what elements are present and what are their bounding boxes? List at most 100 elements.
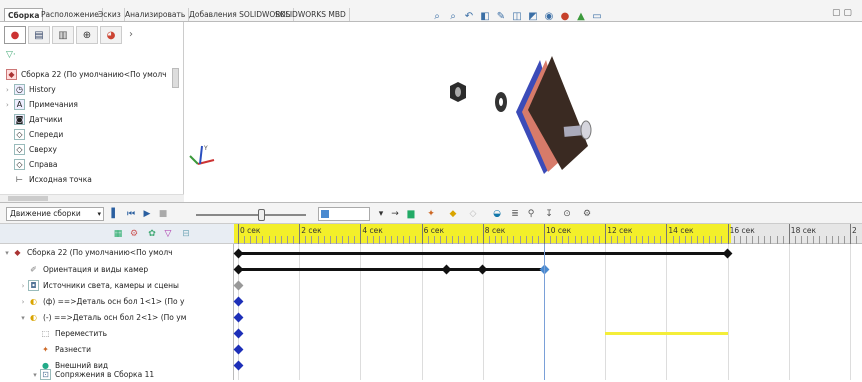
motion-row-part-1[interactable]: › ◐ (ф) ==>Деталь осн бол 1<1> (По у [18,294,185,309]
dimxpert-tab-icon[interactable]: ⊕ [76,26,98,44]
change-bar[interactable] [605,331,728,335]
keyframe[interactable] [233,328,243,338]
chevron-down-icon[interactable]: ▾ [374,207,388,221]
tab-layout[interactable]: Расположение [38,8,103,21]
tick-minor [819,236,821,244]
tree-item-assembly[interactable]: ◆ Сборка 22 (По умолчанию<По умолч [6,67,178,82]
hide-show-icon[interactable]: ◉ [542,11,556,22]
edit-appearance-icon[interactable]: ● [558,11,572,22]
time-bar[interactable] [238,267,544,271]
display-manager-tab-icon[interactable]: ◕ [100,26,122,44]
expand-icon[interactable]: ▾ [2,249,12,257]
tree-item-front-plane[interactable]: ◇ Спереди [6,127,178,142]
keyframe[interactable] [477,264,488,274]
spring-icon[interactable]: ≣ [508,207,522,221]
dynamic-annotation-icon[interactable]: ✎ [494,11,508,22]
playback-slider-thumb[interactable] [258,209,265,221]
expand-icon[interactable]: ▾ [18,314,28,322]
filter-icon[interactable]: ▽· [6,50,16,60]
apply-scene-icon[interactable]: ▲ [574,11,588,22]
tree-item-sensors[interactable]: ◙ Датчики [6,112,178,127]
expand-icon[interactable]: › [18,298,28,306]
motion-row-lights[interactable]: › ◘ Источники света, камеры и сцены [18,278,179,293]
motion-row-move[interactable]: ⬚ Переместить [40,326,107,341]
motion-row-part-2[interactable]: ▾ ◐ (-) ==>Деталь осн бол 2<1> (По ум [18,310,186,325]
tab-sketch[interactable]: Эскиз [95,8,125,21]
tick-minor [843,236,845,244]
keyframe[interactable] [233,312,243,322]
contact-icon[interactable]: ⊙ [560,207,574,221]
keyframe[interactable] [233,264,243,274]
display-style-icon[interactable]: ◩ [526,11,540,22]
tab-evaluate[interactable]: Анализировать [122,8,190,21]
tree-item-top-plane[interactable]: ◇ Сверху [6,142,178,157]
keyframe[interactable] [233,248,243,258]
graphics-area[interactable]: Y [186,22,862,202]
animation-wizard-icon[interactable]: ✦ [424,207,438,221]
keyframe[interactable] [233,296,243,306]
force-icon[interactable]: ↧ [542,207,556,221]
tick-major [421,224,423,244]
property-manager-tab-icon[interactable]: ▤ [28,26,50,44]
tick-minor [531,236,533,244]
tick-minor [831,236,833,244]
current-time-line[interactable] [544,244,545,380]
play-icon[interactable]: ▶ [140,207,154,221]
settings-icon[interactable]: ⚙ [580,207,594,221]
plate-part[interactable] [516,56,588,174]
zoom-to-fit-icon[interactable]: ⌕ [430,11,444,22]
autokey-icon[interactable]: ◆ [446,207,460,221]
motion-row-camera[interactable]: ✐ Ориентация и виды камер [18,262,148,277]
arrow-right-icon[interactable]: → [388,207,402,221]
feature-manager-tab-icon[interactable]: ● [4,26,26,44]
time-bar[interactable] [238,251,728,255]
filter-selected-icon[interactable]: ✿ [146,228,158,240]
expand-icon[interactable]: ▾ [30,371,40,379]
filter-results-icon[interactable]: ▽ [162,228,174,240]
keyframe[interactable] [233,344,243,354]
previous-view-icon[interactable]: ↶ [462,11,476,22]
study-type-select[interactable]: Движение сборки ▾ [6,207,104,221]
tab-solidworks-mbd[interactable]: SOLIDWORKS MBD [272,8,350,21]
motion-row-explode[interactable]: ✦ Разнести [40,342,91,357]
nut-part[interactable] [450,82,466,102]
tree-item-origin[interactable]: ⊢ Исходная точка [6,172,178,187]
tree-scrollbar[interactable] [172,68,179,88]
save-animation-icon[interactable]: ▆ [404,207,418,221]
zoom-area-icon[interactable]: ⌕ [446,11,460,22]
view-settings-icon[interactable]: ▭ [590,11,604,22]
configuration-manager-tab-icon[interactable]: ▥ [52,26,74,44]
view-orientation-icon[interactable]: ◫ [510,11,524,22]
filter-driving-icon[interactable]: ⚙ [128,228,140,240]
tick-minor [470,236,472,244]
window-controls-icon[interactable]: ▢ ▢ [832,8,852,18]
stop-icon[interactable]: ■ [156,207,170,221]
expand-icon[interactable]: › [6,101,14,109]
keyframe[interactable] [722,248,733,258]
tick-minor [293,236,295,244]
washer-part[interactable] [495,92,507,112]
section-view-icon[interactable]: ◧ [478,11,492,22]
keyframe[interactable] [441,264,452,274]
play-from-start-icon[interactable]: ⏮ [124,207,138,221]
damper-icon[interactable]: ⚲ [524,207,538,221]
motion-row-assembly[interactable]: ▾ ◆ Сборка 22 (По умолчанию<По умолч [2,245,172,260]
tree-item-right-plane[interactable]: ◇ Справа [6,157,178,172]
playback-mode-select[interactable] [318,207,370,221]
motor-icon[interactable]: ◒ [490,207,504,221]
calculate-icon[interactable]: ▌ [108,207,122,221]
expand-icon[interactable]: › [18,282,28,290]
tree-item-history[interactable]: › ◷ History [6,82,178,97]
filter-animated-icon[interactable]: ▦ [112,228,124,240]
chevron-right-icon[interactable]: › [124,26,138,44]
svg-text:Y: Y [203,145,208,152]
tree-item-annotations[interactable]: › A Примечания [6,97,178,112]
keyframe[interactable] [233,280,243,290]
add-key-icon[interactable]: ◇ [466,207,480,221]
horizontal-scrollbar[interactable] [0,194,184,202]
expand-icon[interactable]: › [6,86,14,94]
timeline-area[interactable]: 0 сек 2 сек 4 сек 6 сек 8 сек 10 сек 12 сек 14 … [233,224,862,380]
keyframe[interactable] [233,360,243,370]
playback-slider-track[interactable] [196,214,306,216]
collapse-tree-icon[interactable]: ⊟ [180,228,192,240]
